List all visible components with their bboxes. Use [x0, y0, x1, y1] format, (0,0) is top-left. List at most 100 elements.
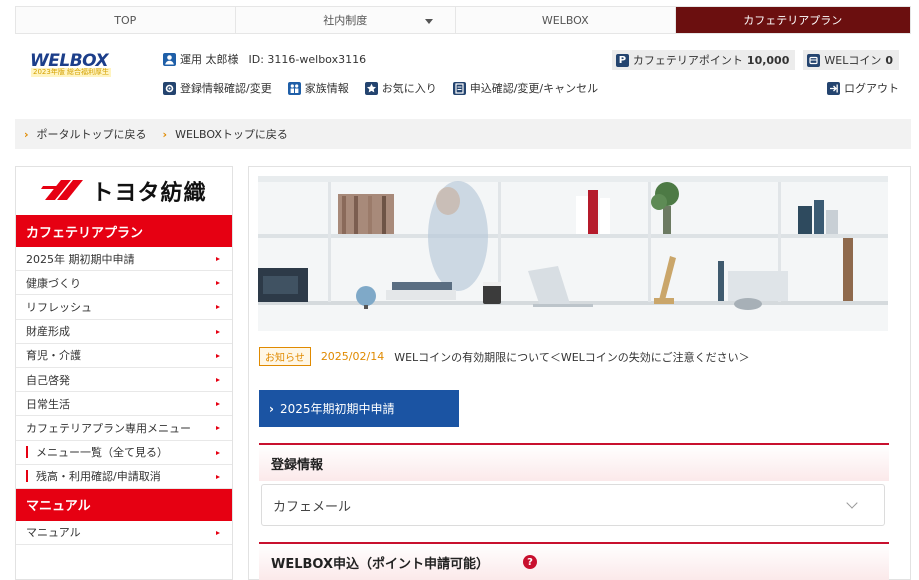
sidebar-item-label: 自己啓発 [26, 373, 70, 387]
application-check-label: 申込確認/変更/キャンセル [469, 82, 599, 95]
section-welbox-header: WELBOX申込（ポイント申請可能） ? [259, 542, 889, 580]
red-bar-marker [26, 470, 28, 483]
arrow-right-icon [216, 402, 220, 407]
main-content: お知らせ 2025/02/14 WELコインの有効期限について＜WELコインの失… [248, 166, 911, 580]
welbox-logo[interactable]: WELBOX 2023年版 総合福利厚生 [30, 53, 116, 79]
sidebar-item-assets[interactable]: 財産形成 [16, 319, 232, 344]
sidebar-item-exclusive-menu[interactable]: カフェテリアプラン専用メニュー [16, 416, 232, 441]
welbox-top-link[interactable]: › WELBOXトップに戻る [163, 126, 288, 142]
top-navigation: TOP 社内制度 WELBOX カフェテリアプラン [15, 6, 911, 34]
chevron-right-icon: › [24, 127, 29, 141]
cafeteria-points-box[interactable]: P カフェテリアポイント 10,000 [611, 50, 796, 70]
registration-info-label: 登録情報確認/変更 [180, 82, 272, 95]
logout-icon [827, 81, 840, 95]
welcoin-label: WELコイン [824, 54, 882, 67]
family-info-link[interactable]: 家族情報 [287, 80, 349, 96]
hero-image [258, 176, 888, 331]
news-item[interactable]: お知らせ 2025/02/14 WELコインの有効期限について＜WELコインの失… [259, 347, 750, 366]
news-tag: お知らせ [259, 347, 311, 366]
sidebar-section-manual: マニュアル [16, 488, 232, 521]
header-links: 登録情報確認/変更 家族情報 お気に入り 申込確認/変更/キャンセル [163, 80, 614, 96]
tab-top[interactable]: TOP [16, 7, 236, 33]
portal-top-label: ポータルトップに戻る [36, 128, 147, 141]
favorites-label: お気に入り [381, 82, 437, 95]
cafe-mail-accordion[interactable]: カフェメール [261, 484, 885, 526]
tab-cafeteria-plan-label: カフェテリアプラン [743, 14, 843, 27]
sidebar-section-cafeteria: カフェテリアプラン [16, 215, 232, 247]
tab-company-system[interactable]: 社内制度 [236, 7, 457, 33]
cafeteria-points-value: 10,000 [746, 53, 790, 67]
application-check-link[interactable]: 申込確認/変更/キャンセル [452, 80, 599, 96]
tab-welbox[interactable]: WELBOX [456, 7, 676, 33]
tab-welbox-label: WELBOX [541, 13, 589, 27]
arrow-right-icon [216, 281, 220, 286]
points-area: P カフェテリアポイント 10,000 WELコイン 0 [604, 50, 899, 70]
sidebar-item-menu-list[interactable]: メニュー一覧（全て見る） [16, 440, 232, 465]
welcoin-box[interactable]: WELコイン 0 [803, 50, 899, 70]
sidebar-item-refresh[interactable]: リフレッシュ [16, 295, 232, 320]
period-application-label: 2025年期初期中申請 [279, 402, 395, 416]
logout-label: ログアウト [844, 82, 899, 95]
sidebar-item-label: 残高・利用確認/申請取消 [36, 470, 161, 484]
sidebar: トヨタ紡織 カフェテリアプラン 2025年 期初期中申請 健康づくり リフレッシ… [15, 166, 233, 580]
company-name: トヨタ紡織 [91, 181, 207, 206]
sidebar-item-self-development[interactable]: 自己啓発 [16, 367, 232, 393]
help-icon[interactable]: ? [523, 555, 538, 569]
tab-cafeteria-plan[interactable]: カフェテリアプラン [675, 7, 910, 33]
arrow-right-icon [216, 450, 220, 455]
tab-top-label: TOP [114, 13, 137, 27]
period-application-button[interactable]: › 2025年期初期中申請 [259, 390, 459, 427]
section-welbox-title: WELBOX申込（ポイント申請可能） [271, 556, 490, 572]
user-icon [163, 52, 176, 66]
sidebar-item-childcare[interactable]: 育児・介護 [16, 343, 232, 368]
arrow-right-icon [216, 377, 220, 382]
sidebar-item-health[interactable]: 健康づくり [16, 271, 232, 296]
chevron-down-icon [846, 497, 858, 509]
arrow-right-icon [216, 426, 220, 431]
breadcrumb: › ポータルトップに戻る › WELBOXトップに戻る [15, 119, 911, 149]
chevron-down-icon [425, 19, 434, 24]
red-bar-marker [26, 446, 28, 459]
sidebar-item-label: 育児・介護 [26, 349, 81, 363]
sidebar-item-label: 日常生活 [26, 397, 70, 411]
sidebar-item-label: メニュー一覧（全て見る） [36, 446, 168, 460]
arrow-right-icon [216, 474, 220, 479]
arrow-right-icon [216, 329, 220, 334]
registration-info-link[interactable]: 登録情報確認/変更 [163, 80, 272, 96]
chevron-right-icon: › [269, 401, 274, 416]
sidebar-item-label: 財産形成 [26, 325, 70, 339]
sidebar-item-label: 2025年 期初期中申請 [26, 252, 135, 266]
arrow-right-icon [216, 353, 220, 358]
document-icon [452, 81, 466, 95]
arrow-right-icon [216, 257, 220, 261]
section-registration-header: 登録情報 [259, 443, 889, 481]
logout-link[interactable]: ログアウト [827, 80, 899, 96]
parking-p-icon: P [615, 53, 629, 67]
news-text: WELコインの有効期限について＜WELコインの失効にご注意ください＞ [394, 350, 750, 364]
user-info: 運用 太郎様 ID: 3116-welbox3116 [163, 51, 366, 67]
portal-top-link[interactable]: › ポータルトップに戻る [24, 126, 147, 142]
company-emblem-icon [41, 180, 84, 200]
sidebar-item-balance[interactable]: 残高・利用確認/申請取消 [16, 464, 232, 489]
sidebar-item-label: 健康づくり [26, 276, 81, 290]
sidebar-item-label: リフレッシュ [26, 300, 92, 314]
logo-subtitle: 2023年版 総合福利厚生 [31, 68, 112, 77]
arrow-right-icon [216, 530, 220, 535]
sidebar-item-daily-life[interactable]: 日常生活 [16, 392, 232, 417]
cafe-mail-label: カフェメール [273, 499, 352, 515]
star-icon [364, 81, 378, 95]
news-date: 2025/02/14 [320, 350, 385, 363]
section-registration-title: 登録情報 [271, 457, 324, 473]
sidebar-item-application[interactable]: 2025年 期初期中申請 [16, 247, 232, 272]
user-name: 運用 太郎様 [180, 53, 239, 66]
chevron-right-icon: › [162, 127, 168, 141]
arrow-right-icon [216, 305, 220, 310]
coin-icon [807, 53, 821, 67]
family-icon [287, 81, 301, 95]
cafeteria-points-label: カフェテリアポイント [632, 54, 743, 67]
welbox-top-label: WELBOXトップに戻る [175, 128, 288, 141]
tab-company-system-label: 社内制度 [323, 14, 368, 27]
favorites-link[interactable]: お気に入り [364, 80, 437, 96]
sidebar-item-manual[interactable]: マニュアル [16, 520, 232, 546]
user-id: ID: 3116-welbox3116 [248, 52, 367, 66]
